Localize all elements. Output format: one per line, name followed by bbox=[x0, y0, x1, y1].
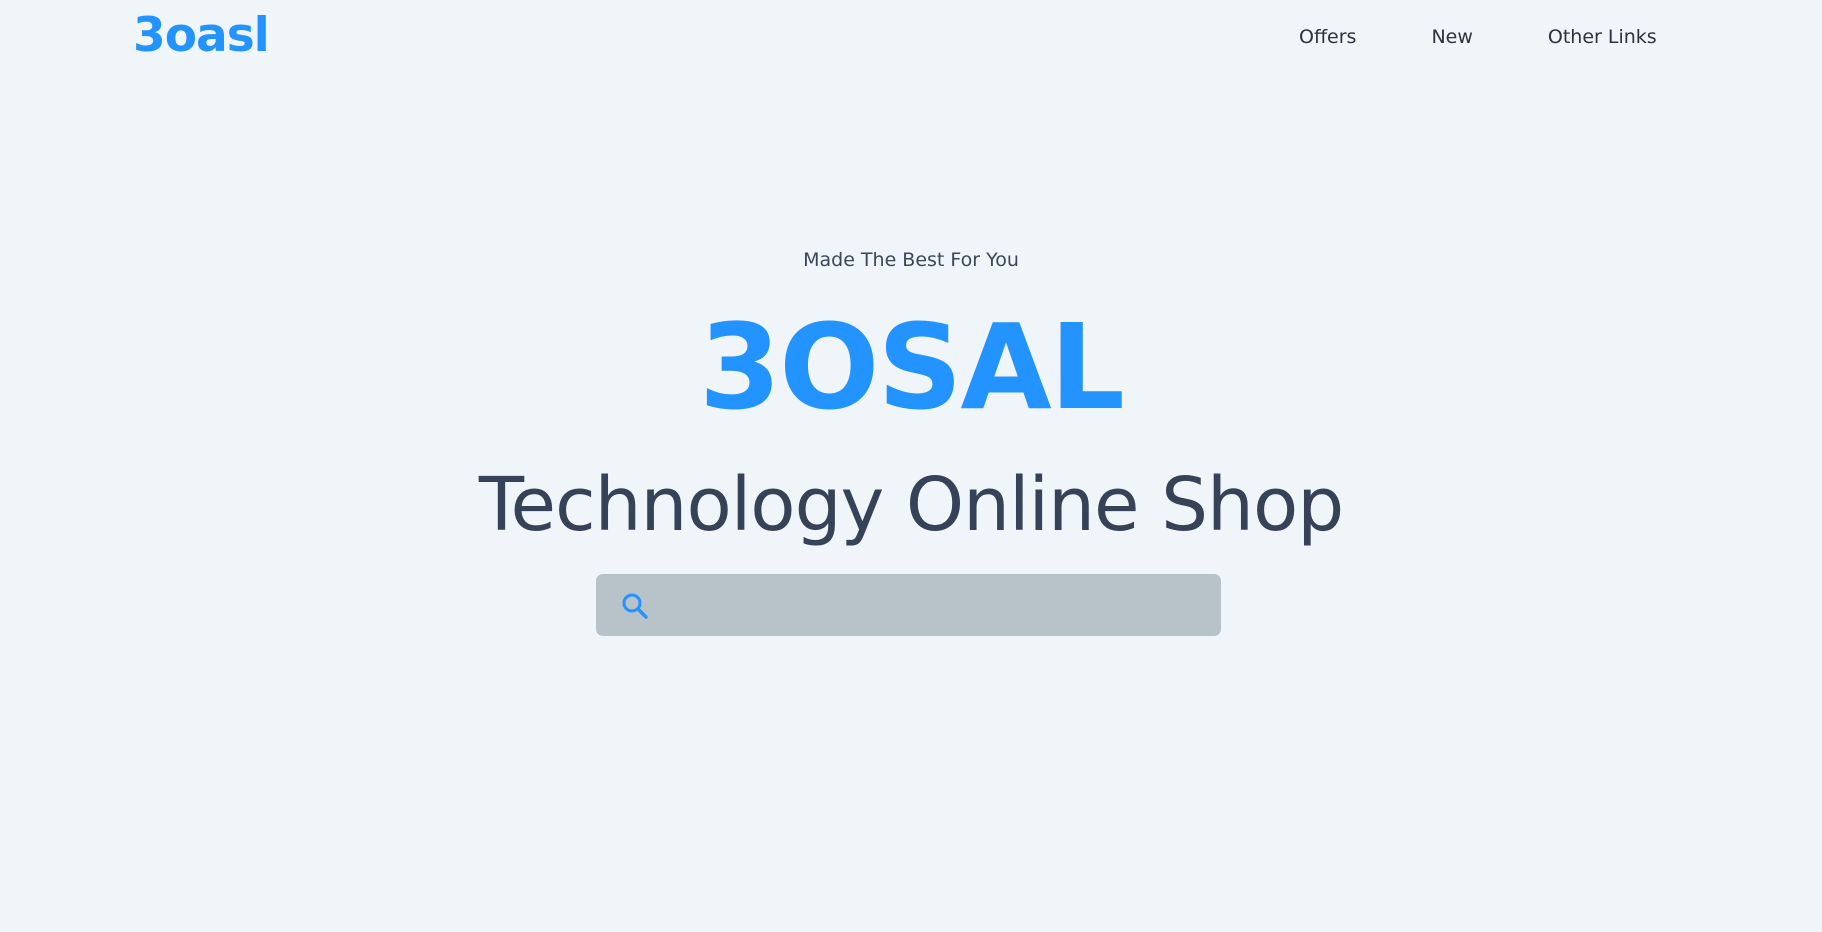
nav-link-offers[interactable]: Offers bbox=[1299, 22, 1356, 52]
search-input[interactable] bbox=[666, 574, 1206, 636]
search-bar[interactable] bbox=[596, 574, 1221, 636]
nav-links: Offers New Other Links bbox=[1299, 22, 1657, 52]
nav-link-new[interactable]: New bbox=[1431, 22, 1472, 52]
site-logo[interactable]: 3oasl bbox=[133, 6, 270, 66]
hero-brand-title: 3OSAL bbox=[699, 298, 1125, 436]
nav-link-other-links[interactable]: Other Links bbox=[1548, 22, 1657, 52]
search-icon[interactable] bbox=[620, 591, 650, 621]
hero-subtitle: Technology Online Shop bbox=[478, 462, 1344, 548]
hero-tagline: Made The Best For You bbox=[803, 249, 1019, 271]
navbar: 3oasl Offers New Other Links bbox=[0, 0, 1822, 72]
